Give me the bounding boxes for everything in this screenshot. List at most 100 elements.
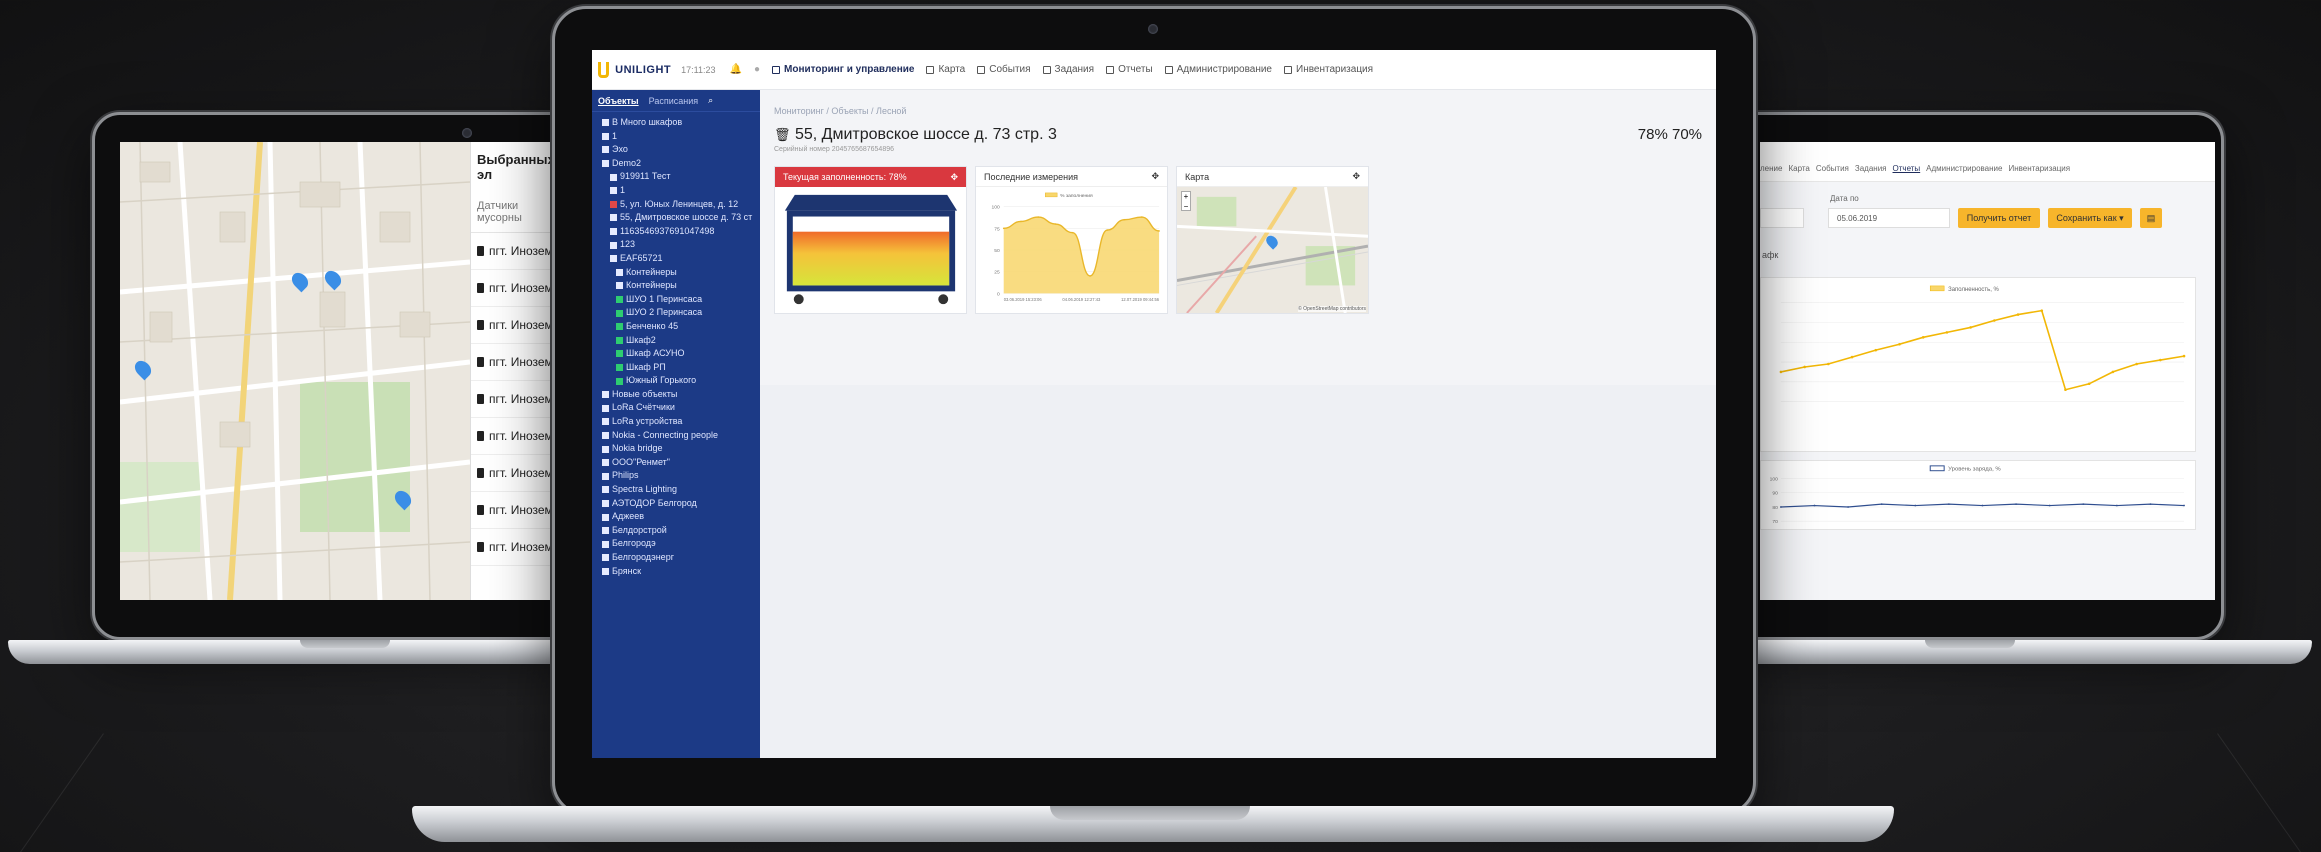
right-tab[interactable]: События [1816, 164, 1849, 173]
tree-item[interactable]: Белгородэ [598, 537, 754, 551]
nav-label: Инвентаризация [1296, 64, 1374, 75]
tree-item[interactable]: Эхо [598, 143, 754, 157]
nav-item-monitor[interactable]: Мониторинг и управление [772, 64, 914, 75]
tree-item-label: Nokia bridge [612, 443, 663, 454]
tree-item[interactable]: В Много шкафов [598, 116, 754, 130]
nav-item-gear[interactable]: Администрирование [1164, 64, 1272, 75]
data-point [2016, 313, 2020, 316]
right-tab[interactable]: Отчеты [1893, 164, 1921, 173]
selected-list-item[interactable]: пгт. Иноземце [471, 529, 560, 566]
selected-list-item[interactable]: пгт. Иноземце [471, 270, 560, 307]
tree-item[interactable]: Nokia - Connecting people [598, 429, 754, 443]
right-tab[interactable]: Администрирование [1926, 164, 2002, 173]
tree-item[interactable]: Южный Горького [598, 374, 754, 388]
tree-item[interactable]: Spectra Lighting [598, 483, 754, 497]
x-tick-label: 04.06.2019 12:27:43 [1062, 297, 1101, 302]
tree-item[interactable]: Контейнеры [598, 266, 754, 280]
tree-item[interactable]: 1163546937691047498 [598, 225, 754, 239]
tree-item[interactable]: ООО"Ренмет" [598, 456, 754, 470]
tree-item[interactable]: Аджеев [598, 510, 754, 524]
zoom-controls[interactable]: + − [1181, 191, 1191, 211]
fill-level-chart-svg: Заполненность, % [1779, 285, 2186, 402]
tree-item[interactable]: Бенченко 45 [598, 320, 754, 334]
tree-item-label: Контейнеры [626, 280, 677, 291]
tree-item[interactable]: Philips [598, 469, 754, 483]
selected-list-item[interactable]: пгт. Иноземце [471, 233, 560, 270]
date-end-field[interactable]: 05.06.2019 [1828, 208, 1950, 228]
tree-item[interactable]: 123 [598, 238, 754, 252]
report-caption: афк [1762, 250, 1779, 260]
right-tab[interactable]: Карта [1788, 164, 1809, 173]
data-point [1914, 504, 1917, 507]
map-view[interactable] [120, 142, 470, 600]
tree-item[interactable]: 919911 Тест [598, 170, 754, 184]
map-title: Карта [1185, 171, 1210, 182]
right-tab[interactable]: Инвентаризация [2008, 164, 2070, 173]
map-canvas [120, 142, 470, 600]
pencil-icon [1284, 65, 1292, 74]
mini-map[interactable]: + − © OpenStreetMap contributors [1177, 187, 1368, 313]
tree-item[interactable]: Шкаф2 [598, 334, 754, 348]
nav-item-pencil[interactable]: Инвентаризация [1284, 64, 1373, 75]
map-card-header: Карта ✥ [1177, 167, 1368, 187]
tree-item[interactable]: Nokia bridge [598, 442, 754, 456]
move-icon[interactable]: ✥ [950, 172, 958, 183]
y-tick-label: 80 [1772, 505, 1778, 511]
tree-item-label: ШУО 2 Перинсаса [626, 307, 703, 318]
tree-item[interactable]: LoRa устройства [598, 415, 754, 429]
tree-item[interactable]: Белгородэнерг [598, 551, 754, 565]
nav-item-list[interactable]: Задания [1042, 64, 1094, 75]
tree-item[interactable]: 1 [598, 184, 754, 198]
tree-item[interactable]: Новые объекты [598, 388, 754, 402]
folder-icon [616, 350, 623, 358]
main-laptop-screen: UNILIGHT 17:11:23 🔔 ● Мониторинг и управ… [592, 50, 1716, 758]
tree-item[interactable]: 55, Дмитровское шоссе д. 73 ст [598, 211, 754, 225]
tree-item[interactable]: LoRa Счётчики [598, 401, 754, 415]
tree-item[interactable]: Белдорстрой [598, 524, 754, 538]
tree-item[interactable]: ШУО 2 Перинсаса [598, 306, 754, 320]
nav-item-map-pin[interactable]: Карта [926, 64, 965, 75]
tree-item[interactable]: Контейнеры [598, 279, 754, 293]
nav-label: Отчеты [1118, 64, 1153, 75]
tab-schedules[interactable]: Расписания [649, 96, 699, 106]
right-tab[interactable]: ление [1760, 164, 1782, 173]
nav-item-chart[interactable]: Отчеты [1106, 64, 1153, 75]
right-tab[interactable]: Задания [1855, 164, 1887, 173]
selected-list-item[interactable]: пгт. Иноземце [471, 307, 560, 344]
tree-item[interactable]: ШУО 1 Перинсаса [598, 293, 754, 307]
data-point [2087, 382, 2091, 386]
selected-list-item[interactable]: пгт. Иноземце [471, 344, 560, 381]
move-icon[interactable]: ✥ [1352, 171, 1360, 182]
folder-icon [602, 160, 609, 168]
right-laptop-screen: ление Карта События Задания Отчеты Администри… [1760, 142, 2215, 600]
selected-list-item[interactable]: пгт. Иноземце [471, 381, 560, 418]
tree-item[interactable]: Demo2 [598, 157, 754, 171]
trash-bin-icon [477, 468, 484, 478]
breadcrumb[interactable]: Мониторинг / Объекты / Лесной [774, 106, 906, 116]
logo[interactable]: UNILIGHT 17:11:23 🔔 ● [592, 50, 760, 90]
save-as-button[interactable]: Сохранить как ▾ [2048, 208, 2132, 228]
tab-objects[interactable]: Объекты [598, 96, 639, 106]
tree-item[interactable]: Шкаф АСУНО [598, 347, 754, 361]
search-icon[interactable]: ⌕ [708, 95, 713, 106]
selected-item-label: пгт. Иноземце [489, 429, 560, 443]
tree-item[interactable]: Шкаф РП [598, 361, 754, 375]
tree-item[interactable]: Брянск [598, 565, 754, 579]
selected-list-item[interactable]: пгт. Иноземце [471, 492, 560, 529]
move-icon[interactable]: ✥ [1151, 171, 1159, 182]
printer-icon[interactable]: ▤ [2140, 208, 2162, 228]
selected-list-item[interactable]: пгт. Иноземце [471, 418, 560, 455]
tree-item[interactable]: EAF65721 [598, 252, 754, 266]
selected-list-item[interactable]: пгт. Иноземце [471, 455, 560, 492]
tree-item[interactable]: 1 [598, 130, 754, 144]
bell-icon[interactable]: 🔔 [730, 64, 742, 75]
data-point [1779, 370, 1783, 374]
get-report-button[interactable]: Получить отчет [1958, 208, 2040, 228]
tree-item[interactable]: 5, ул. Юных Ленинцев, д. 12 [598, 198, 754, 212]
nav-item-calendar[interactable]: События [977, 64, 1031, 75]
date-label: Дата по [1830, 194, 1859, 203]
tree-item[interactable]: АЭТОДОР Белгород [598, 497, 754, 511]
date-start-field[interactable] [1760, 208, 1804, 228]
left-laptop-notch [300, 640, 390, 648]
nav-label: Администрирование [1176, 64, 1272, 75]
